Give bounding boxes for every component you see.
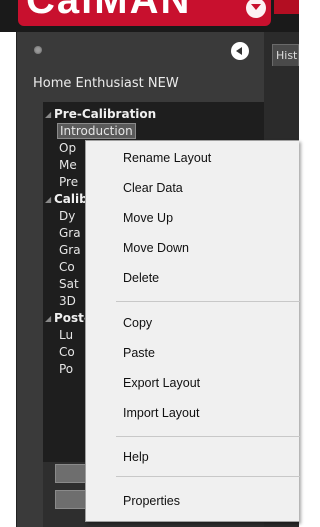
menu-item-properties[interactable]: Properties xyxy=(86,489,300,513)
menu-item-move-down[interactable]: Move Down xyxy=(86,236,300,260)
tree-item[interactable]: Me xyxy=(59,157,77,174)
tree-item[interactable]: Lu xyxy=(59,327,73,344)
menu-item-copy[interactable]: Copy xyxy=(86,311,300,335)
collapse-triangle-icon[interactable]: ◢ xyxy=(45,106,54,123)
collapse-triangle-icon[interactable]: ◢ xyxy=(45,191,54,208)
tree-item[interactable]: Co xyxy=(59,259,75,276)
tree-item[interactable]: Gra xyxy=(59,225,81,242)
menu-item-move-up[interactable]: Move Up xyxy=(86,206,300,230)
logo-dropdown-icon[interactable] xyxy=(246,0,266,18)
tree-item-introduction[interactable]: Introduction xyxy=(57,123,136,140)
tree-item[interactable]: Sat xyxy=(59,276,79,293)
collapse-triangle-icon[interactable]: ◢ xyxy=(45,310,54,327)
tree-item[interactable]: Op xyxy=(59,140,76,157)
menu-item-delete[interactable]: Delete xyxy=(86,266,300,290)
tree-item[interactable]: Pre xyxy=(59,174,78,191)
tree-item[interactable]: Po xyxy=(59,361,73,378)
menu-item-paste[interactable]: Paste xyxy=(86,341,300,365)
tree-group-pre-calibration[interactable]: ◢ Pre-Calibration xyxy=(45,106,156,123)
tree-group-post-calibration[interactable]: ◢ Post- xyxy=(45,310,89,327)
tree-item[interactable]: Gra xyxy=(59,242,81,259)
menu-separator xyxy=(116,436,300,437)
tab-history[interactable]: Hist xyxy=(272,44,299,66)
menu-item-export-layout[interactable]: Export Layout xyxy=(86,371,300,395)
tree-item[interactable]: Co xyxy=(59,344,75,361)
app-banner: CalMAN xyxy=(0,0,299,32)
status-dot-icon xyxy=(34,46,42,54)
menu-item-help[interactable]: Help xyxy=(86,445,300,469)
tree-item[interactable]: 3D xyxy=(59,293,76,310)
context-menu: Rename Layout Clear Data Move Up Move Do… xyxy=(85,140,300,522)
menu-separator xyxy=(116,476,300,477)
app-logo: CalMAN xyxy=(18,0,271,26)
menu-separator xyxy=(116,301,300,302)
app-logo-text: CalMAN xyxy=(26,0,192,22)
banner-accent xyxy=(274,0,299,14)
tree-group-calibration[interactable]: ◢ Calib xyxy=(45,191,88,208)
menu-item-rename-layout[interactable]: Rename Layout xyxy=(86,146,300,170)
menu-item-import-layout[interactable]: Import Layout xyxy=(86,401,300,425)
collapse-panel-button[interactable] xyxy=(231,42,249,60)
menu-item-clear-data[interactable]: Clear Data xyxy=(86,176,300,200)
tree-item[interactable]: Dy xyxy=(59,208,75,225)
layout-title: Home Enthusiast NEW xyxy=(33,76,179,91)
